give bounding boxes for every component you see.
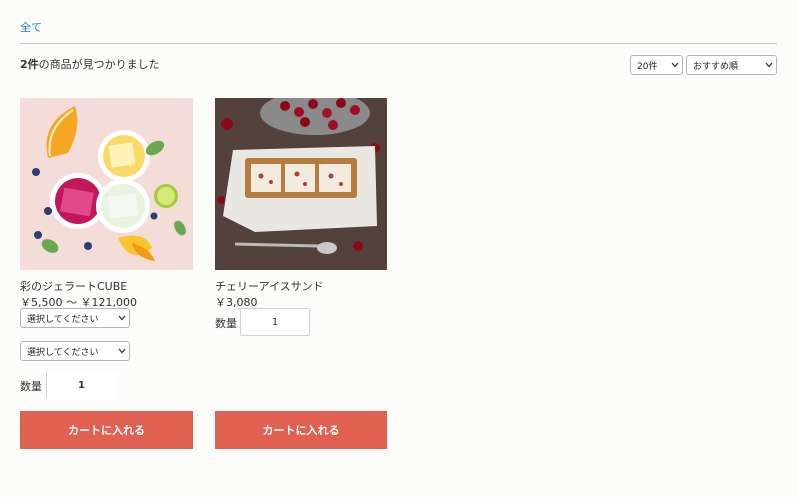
add-to-cart-button[interactable]: カートに入れる (20, 411, 193, 449)
product-name[interactable]: チェリーアイスサンド (215, 278, 324, 294)
result-count: 2件の商品が見つかりました (20, 56, 160, 72)
per-page-select[interactable]: 20件 (630, 55, 683, 75)
quantity-label: 数量 (20, 380, 42, 393)
quantity-input[interactable]: 1 (46, 371, 116, 399)
product-option-select-2[interactable]: 選択してください (20, 341, 130, 361)
option-value: 選択してください (27, 347, 99, 358)
breadcrumb-all-link[interactable]: 全て (20, 19, 42, 35)
sort-value: おすすめ順 (693, 61, 739, 72)
quantity-label: 数量 (215, 317, 237, 330)
chevron-down-icon (115, 342, 129, 360)
product-name[interactable]: 彩のジェラートCUBE (20, 278, 127, 294)
per-page-value: 20件 (637, 61, 658, 72)
chevron-down-icon (115, 309, 129, 327)
add-to-cart-button[interactable]: カートに入れる (215, 411, 387, 449)
result-count-number: 2件 (20, 58, 39, 71)
product-image-cherry-sandwich[interactable] (215, 98, 387, 270)
divider (20, 43, 777, 44)
option-value: 選択してください (27, 314, 99, 325)
product-option-select[interactable]: 選択してください (20, 308, 130, 328)
result-count-text: の商品が見つかりました (38, 58, 160, 71)
chevron-down-icon (762, 56, 776, 74)
sort-select[interactable]: おすすめ順 (686, 55, 777, 75)
chevron-down-icon (668, 56, 682, 74)
product-image-gelato[interactable] (20, 98, 193, 270)
quantity-input[interactable]: 1 (240, 308, 310, 336)
